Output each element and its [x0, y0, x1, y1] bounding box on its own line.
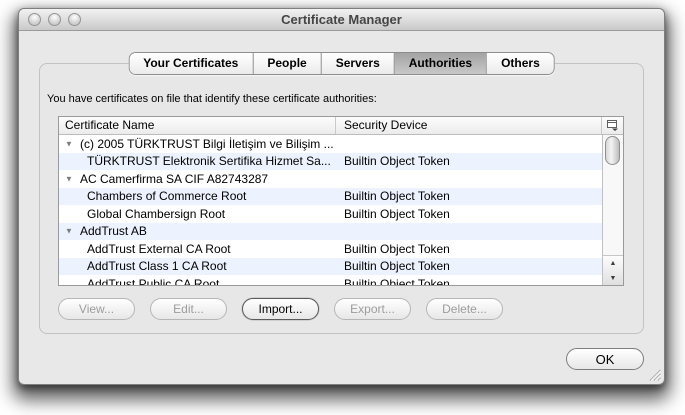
close-button[interactable] — [28, 13, 41, 26]
table-row[interactable]: ▼ AC Camerfirma SA CIF A82743287 — [59, 170, 623, 188]
screenshot-stage: Certificate Manager Your CertificatesPeo… — [0, 0, 685, 415]
security-device: Builtin Object Token — [344, 207, 450, 221]
view-button[interactable]: View... — [58, 298, 135, 320]
table-row[interactable]: AddTrust Class 1 CA Root Builtin Object T… — [59, 258, 623, 276]
certificate-name: TÜRKTRUST Elektronik Sertifika Hizmet Sa… — [87, 154, 331, 168]
security-device: Builtin Object Token — [344, 242, 450, 256]
table-row[interactable]: AddTrust External CA Root Builtin Object … — [59, 240, 623, 258]
action-buttons: View... Edit... Import... Export... Delete..… — [58, 298, 503, 320]
security-device: Builtin Object Token — [344, 154, 450, 168]
certificate-table: Certificate Name Security Device ▼ (c) 20… — [58, 116, 624, 286]
certificate-name: (c) 2005 TÜRKTRUST Bilgi İletişim ve Bil… — [80, 137, 334, 151]
zoom-button[interactable] — [68, 13, 81, 26]
security-device: Builtin Object Token — [344, 259, 450, 273]
column-header-certificate-name[interactable]: Certificate Name — [59, 117, 336, 134]
certificate-name: AC Camerfirma SA CIF A82743287 — [80, 172, 268, 186]
edit-button[interactable]: Edit... — [150, 298, 227, 320]
certificate-name: Global Chambersign Root — [87, 207, 225, 221]
certificate-name: AddTrust External CA Root — [87, 242, 231, 256]
certificate-manager-window: Certificate Manager Your CertificatesPeo… — [18, 8, 665, 385]
vertical-scrollbar[interactable]: ▲ ▼ — [602, 135, 623, 285]
title-bar[interactable]: Certificate Manager — [19, 9, 664, 31]
traffic-lights — [28, 13, 81, 26]
scrollbar-buttons: ▲ ▼ — [603, 255, 623, 285]
tab-others[interactable]: Others — [486, 53, 554, 74]
delete-button[interactable]: Delete... — [426, 298, 503, 320]
certificate-name: AddTrust Public CA Root — [87, 277, 219, 286]
ok-button[interactable]: OK — [566, 348, 644, 370]
scroll-down-icon[interactable]: ▼ — [603, 271, 623, 286]
tab-your-certificates[interactable]: Your Certificates — [129, 53, 252, 74]
intro-text: You have certificates on file that ident… — [47, 93, 377, 105]
tab-authorities[interactable]: Authorities — [394, 53, 486, 74]
column-picker-icon — [607, 120, 619, 131]
security-device: Builtin Object Token — [344, 277, 450, 286]
table-header: Certificate Name Security Device — [59, 117, 623, 135]
export-button[interactable]: Export... — [334, 298, 411, 320]
table-row[interactable]: Global Chambersign Root Builtin Object To… — [59, 205, 623, 223]
disclosure-triangle-icon[interactable]: ▼ — [65, 139, 73, 148]
tab-servers[interactable]: Servers — [321, 53, 394, 74]
minimize-button[interactable] — [48, 13, 61, 26]
column-picker-button[interactable] — [601, 117, 623, 134]
table-row[interactable]: Chambers of Commerce Root Builtin Object … — [59, 188, 623, 206]
security-device: Builtin Object Token — [344, 189, 450, 203]
table-row[interactable]: ▼ AddTrust AB — [59, 223, 623, 241]
import-button[interactable]: Import... — [242, 298, 319, 320]
table-body: ▼ (c) 2005 TÜRKTRUST Bilgi İletişim ve Bi… — [59, 135, 623, 286]
resize-grip[interactable] — [648, 368, 661, 381]
tab-bar: Your CertificatesPeopleServersAuthoritie… — [128, 52, 555, 75]
scrollbar-thumb[interactable] — [605, 136, 620, 165]
disclosure-triangle-icon[interactable]: ▼ — [65, 174, 73, 183]
table-row[interactable]: TÜRKTRUST Elektronik Sertifika Hizmet Sa… — [59, 153, 623, 171]
tab-people[interactable]: People — [252, 53, 320, 74]
column-header-security-device[interactable]: Security Device — [336, 117, 601, 134]
window-title: Certificate Manager — [19, 9, 664, 30]
certificate-name: AddTrust AB — [80, 224, 147, 238]
certificate-name: Chambers of Commerce Root — [87, 189, 246, 203]
scroll-up-icon[interactable]: ▲ — [603, 256, 623, 271]
table-row[interactable]: AddTrust Public CA Root Builtin Object To… — [59, 275, 623, 286]
disclosure-triangle-icon[interactable]: ▼ — [65, 227, 73, 236]
table-row[interactable]: ▼ (c) 2005 TÜRKTRUST Bilgi İletişim ve Bi… — [59, 135, 623, 153]
certificate-name: AddTrust Class 1 CA Root — [87, 259, 227, 273]
